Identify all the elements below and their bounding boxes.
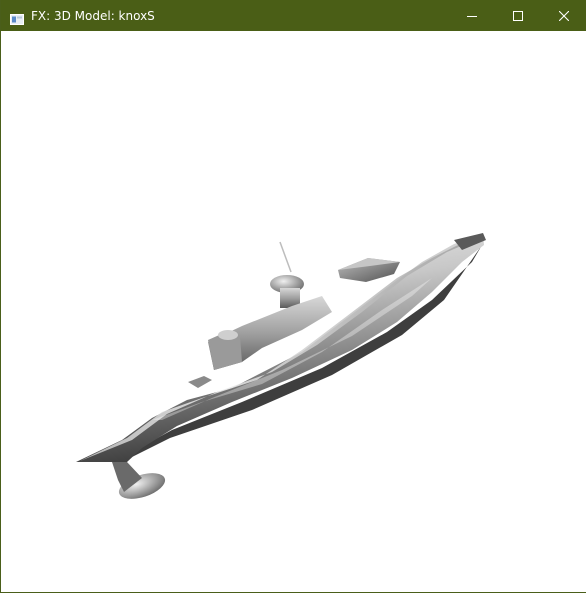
3d-viewport[interactable] [2,31,586,592]
mast [279,241,292,273]
title-bar[interactable]: FX: 3D Model: knoxS [1,0,586,31]
maximize-icon [513,10,523,21]
bridge-roof [218,330,238,340]
close-icon [559,10,569,21]
window-controls [449,0,586,31]
close-button[interactable] [541,0,586,31]
minimize-button[interactable] [449,0,495,31]
ship-3d-model [76,233,486,499]
minimize-icon [467,15,477,17]
app-window: FX: 3D Model: knoxS [0,0,586,593]
aft-deckhouse [188,376,212,388]
window-title: FX: 3D Model: knoxS [31,8,155,23]
app-icon [10,10,24,25]
maximize-button[interactable] [495,0,541,31]
hull [76,234,484,462]
